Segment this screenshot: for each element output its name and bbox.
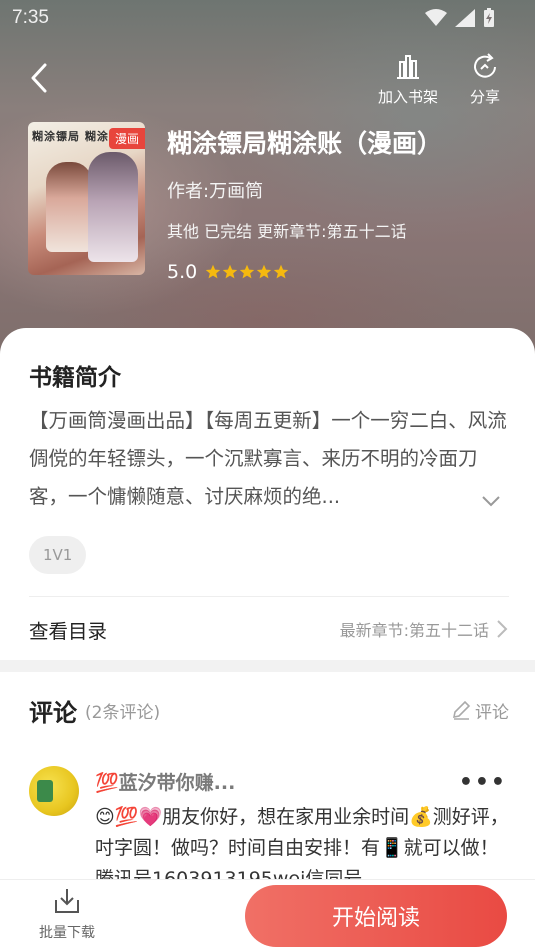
comments-title: 评论 [29,698,77,727]
chevron-right-icon [497,620,508,638]
batch-download-label: 批量下载 [39,925,95,941]
header-actions: 加入书架 分享 [0,52,535,112]
chevron-down-icon[interactable] [480,490,502,512]
cover-title: 糊涂镖局 糊涂账 [32,130,121,143]
share-icon [474,53,496,78]
status-time: 7:35 [12,7,49,28]
batch-download-button[interactable]: 批量下载 [30,886,104,948]
book-header-banner: 7:35 加入书架 分享 糊涂镖局 糊涂账 漫画 糊涂镖局糊涂账（漫画） 作者:… [0,0,535,360]
wifi-icon [425,9,447,26]
rating-value: 5.0 [167,261,198,283]
back-arrow-icon [31,63,47,93]
start-reading-button[interactable]: 开始阅读 [245,885,507,947]
latest-chapter: 最新章节:第五十二话 [340,617,509,641]
cover-badge: 漫画 [108,128,145,149]
battery-icon [484,8,494,27]
star-icon [240,264,255,279]
comments-header: 评论 (2条评论) 评论 [29,688,509,732]
tag-chip[interactable]: 1V1 [29,536,87,574]
star-icon [206,264,221,279]
avatar[interactable] [29,766,79,816]
intro-title: 书籍简介 [29,365,121,391]
add-to-shelf-button[interactable]: 加入书架 [378,52,438,107]
book-meta: 其他 已完结 更新章节:第五十二话 [167,222,407,241]
section-divider [0,660,535,672]
comments-count: (2条评论) [85,702,161,723]
status-icons [425,8,495,28]
rating: 5.0 [167,261,289,283]
star-icon [274,264,289,279]
book-cover: 糊涂镖局 糊涂账 漫画 [28,122,145,275]
table-of-contents-row[interactable]: 查看目录 最新章节:第五十二话 [29,598,509,660]
latest-chapter-label: 最新章节:第五十二话 [339,621,489,640]
rating-stars [205,264,289,280]
star-icon [223,264,238,279]
bookshelf-icon [397,55,419,79]
signal-icon [455,9,475,27]
toc-label: 查看目录 [29,619,108,643]
status-bar: 7:35 [0,0,535,36]
bottom-action-bar: 批量下载 开始阅读 [0,879,535,951]
book-detail-card: 书籍简介 【万画筒漫画出品】【每周五更新】一个一穷二白、风流倜傥的年轻镖头，一个… [0,328,535,951]
cover-figure [88,152,138,262]
book-title: 糊涂镖局糊涂账（漫画） [167,129,443,158]
write-comment-button[interactable]: 评论 [451,698,509,723]
cover-figure [46,162,92,252]
add-to-shelf-label: 加入书架 [378,88,439,106]
star-icon [257,264,272,279]
download-icon [55,889,79,913]
intro-text: 【万画筒漫画出品】【每周五更新】一个一穷二白、风流倜傥的年轻镖头，一个沉默寡言、… [29,409,507,508]
share-button[interactable]: 分享 [470,52,500,107]
comment-username[interactable]: 💯蓝汐带你赚... [95,768,235,795]
share-label: 分享 [470,88,501,106]
more-options-icon[interactable]: ••• [459,770,507,795]
book-author: 作者:万画筒 [167,181,264,202]
divider [29,596,509,597]
write-comment-label: 评论 [475,702,509,723]
back-button[interactable] [24,60,54,96]
edit-icon [452,700,471,720]
